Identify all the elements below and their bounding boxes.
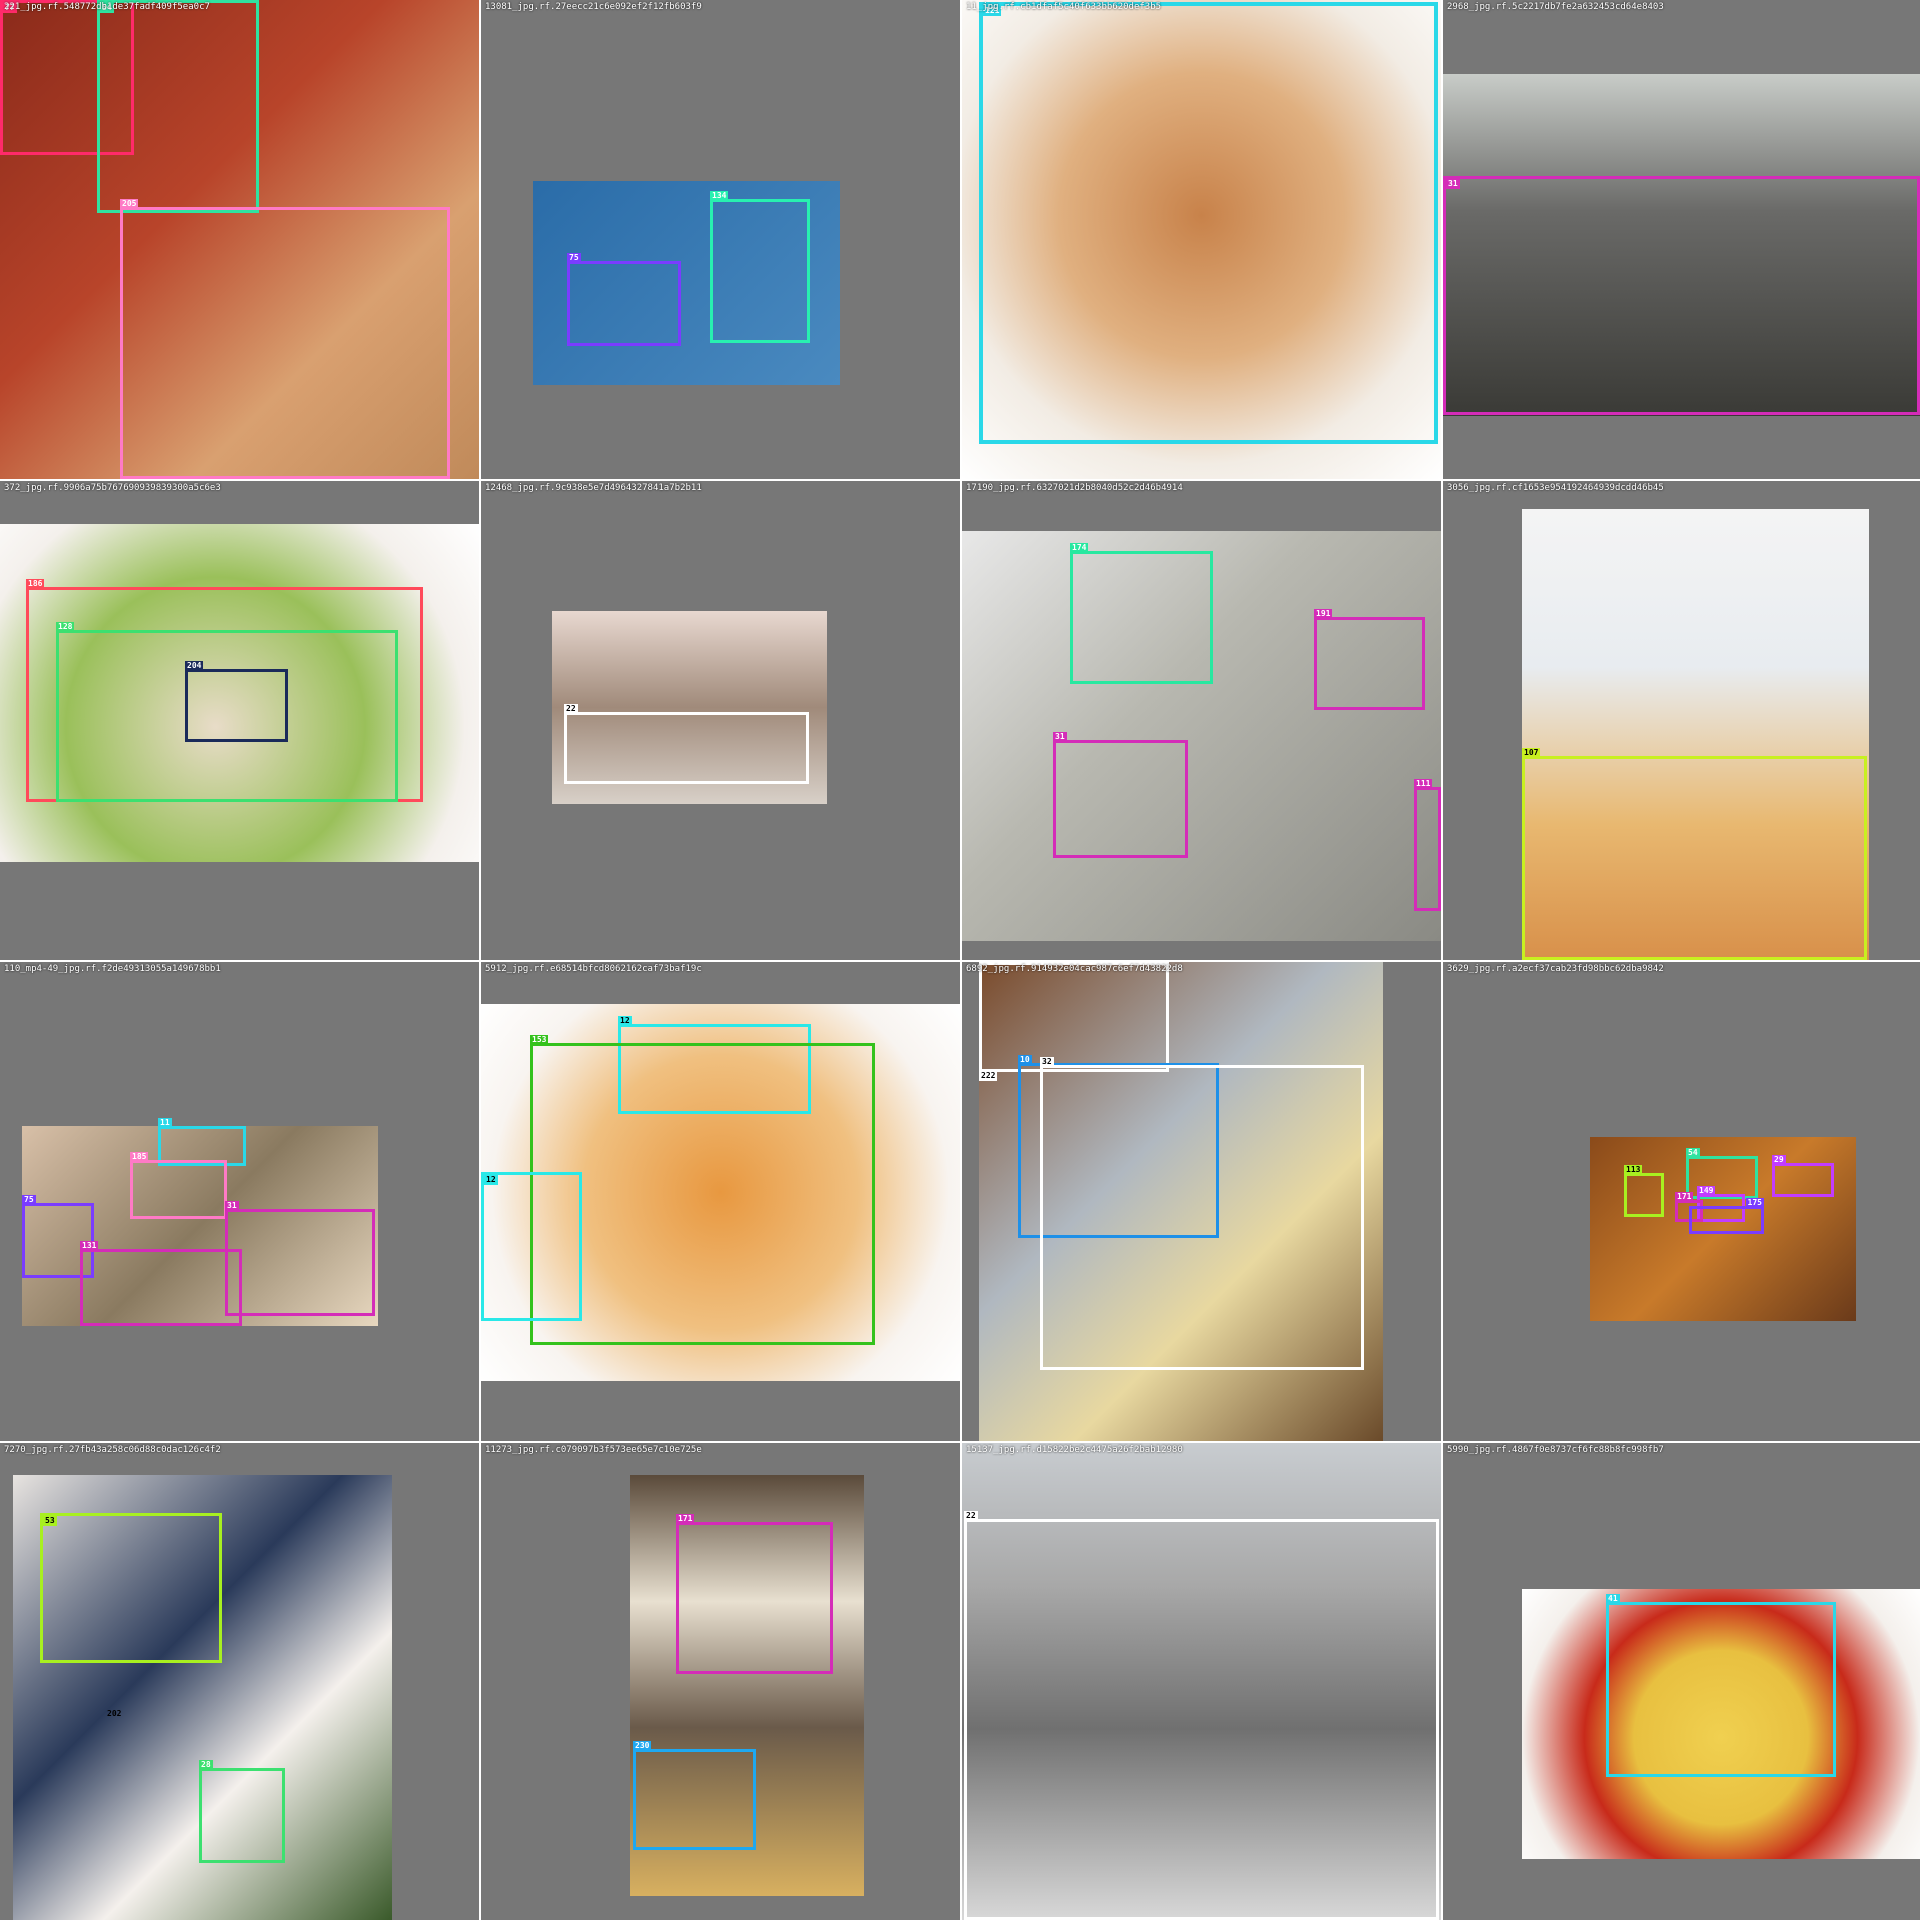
tile-7: 17190_jpg.rf.6327021d2b8040d52c2d46b4914…	[962, 481, 1441, 960]
tile-15: 15137_jpg.rf.d15822be2c4475a26f2bab12980…	[962, 1443, 1441, 1920]
tile-5: 372_jpg.rf.9906a75b767690939839300a5c6e3…	[0, 481, 479, 960]
bounding-box: 185	[130, 1152, 227, 1219]
box-label: 75	[567, 253, 581, 263]
box-label: 128	[56, 622, 75, 632]
box-label: 230	[633, 1741, 652, 1751]
bounding-box: 121	[979, 2, 1438, 444]
bounding-box: 12	[481, 1172, 582, 1321]
tile-6: 12468_jpg.rf.9c938e5e7d4964327841a7b2b11…	[481, 481, 960, 960]
box-label: 175	[1745, 1198, 1764, 1208]
bounding-box: 31	[225, 1201, 375, 1316]
bounding-box: 222	[979, 962, 1169, 1081]
box-label: 171	[676, 1514, 695, 1524]
tile-filename: 2968_jpg.rf.5c2217db7fe2a632453cd64e8403	[1447, 2, 1664, 12]
box-label: 22	[564, 704, 578, 714]
box-label: 22	[964, 1511, 978, 1521]
bounding-box: 22	[964, 1511, 1439, 1920]
tile-8: 3056_jpg.rf.cf1653e954192464939dcdd46b45…	[1443, 481, 1920, 960]
box-label: 191	[1314, 609, 1333, 619]
tile-filename: 3629_jpg.rf.a2ecf37cab23fd98bbc62dba9842	[1447, 964, 1664, 974]
tile-filename: 13081_jpg.rf.27eecc21c6e092ef2f12fb603f9	[485, 2, 702, 12]
tile-9: 110_mp4-49_jpg.rf.f2de49313055a149678bb1…	[0, 962, 479, 1441]
bounding-box: 54	[97, 0, 259, 213]
tile-filename: 3056_jpg.rf.cf1653e954192464939dcdd46b45	[1447, 483, 1664, 493]
box-label: 10	[1018, 1055, 1032, 1065]
tile-filename: 6892_jpg.rf.914932e04cac987c6ef7d43822d8	[966, 964, 1183, 974]
tile-filename: 11273_jpg.rf.c079097b3f573ee65e7c10e725e	[485, 1445, 702, 1455]
bounding-box: 230	[633, 1741, 756, 1850]
tile-16: 5990_jpg.rf.4867f0e8737cf6fc88b8fc998fb7…	[1443, 1443, 1920, 1920]
tile-filename: 372_jpg.rf.9906a75b767690939839300a5c6e3	[4, 483, 221, 493]
box-label: 31	[225, 1201, 239, 1211]
bounding-box: 111	[1414, 779, 1441, 911]
bounding-box: 29	[1772, 1155, 1834, 1197]
box-label: 149	[1697, 1186, 1716, 1196]
box-label: 32	[1040, 1057, 1054, 1067]
tile-1: 221_jpg.rf.548772db1de37fadf409f5ea0c7 7…	[0, 0, 479, 479]
box-label: 204	[185, 661, 204, 671]
tile-filename: 17190_jpg.rf.6327021d2b8040d52c2d46b4914	[966, 483, 1183, 493]
tile-filename: 12468_jpg.rf.9c938e5e7d4964327841a7b2b11	[485, 483, 702, 493]
box-label: 185	[130, 1152, 149, 1162]
bounding-box: 22	[564, 704, 809, 784]
box-label: 28	[199, 1760, 213, 1770]
bounding-box: 53	[40, 1513, 222, 1663]
box-label: 153	[530, 1035, 549, 1045]
tile-filename: 7270_jpg.rf.27fb43a258c06d88c0dac126c4f2	[4, 1445, 221, 1455]
bounding-box: 28	[199, 1760, 285, 1863]
bounding-box: 75	[567, 253, 681, 346]
tile-2: 13081_jpg.rf.27eecc21c6e092ef2f12fb603f9…	[481, 0, 960, 479]
box-label: 134	[710, 191, 729, 201]
mosaic-grid: 221_jpg.rf.548772db1de37fadf409f5ea0c7 7…	[0, 0, 1920, 1920]
box-label: 12	[484, 1175, 498, 1185]
bounding-box: 131	[80, 1241, 242, 1326]
tile-filename: 15137_jpg.rf.d15822be2c4475a26f2bab12980	[966, 1445, 1183, 1455]
bounding-box: 171	[676, 1514, 833, 1674]
box-label: 53	[43, 1516, 57, 1526]
bounding-box: 174	[1070, 543, 1213, 684]
tile-filename: 110_mp4-49_jpg.rf.f2de49313055a149678bb1	[4, 964, 221, 974]
bounding-box: 31	[1053, 732, 1188, 858]
bounding-box: 41	[1606, 1594, 1836, 1777]
box-label: 107	[1522, 748, 1541, 758]
bounding-box: 31	[1443, 176, 1920, 415]
box-label: 31	[1446, 179, 1460, 189]
tile-11: 6892_jpg.rf.914932e04cac987c6ef7d43822d8…	[962, 962, 1441, 1441]
tile-filename: 5912_jpg.rf.e68514bfcd8062162caf73baf19c	[485, 964, 702, 974]
box-label: 54	[1686, 1148, 1700, 1158]
box-label: 29	[1772, 1155, 1786, 1165]
box-label: 202	[107, 1709, 122, 1718]
tile-3: 11_jpg.rf.cb1dfaf5c40f633bb620def3b5 121	[962, 0, 1441, 479]
tile-filename: 221_jpg.rf.548772db1de37fadf409f5ea0c7	[4, 2, 210, 12]
bounding-box: 191	[1314, 609, 1425, 710]
bounding-box: 134	[710, 191, 810, 343]
tile-10: 5912_jpg.rf.e68514bfcd8062162caf73baf19c…	[481, 962, 960, 1441]
box-label: 131	[80, 1241, 99, 1251]
bounding-box: 175	[1689, 1198, 1764, 1234]
box-label: 222	[979, 1071, 998, 1081]
box-label: 186	[26, 579, 45, 589]
box-label: 113	[1624, 1165, 1643, 1175]
bounding-box: 32	[1040, 1057, 1364, 1370]
box-label: 31	[1053, 732, 1067, 742]
tile-12: 3629_jpg.rf.a2ecf37cab23fd98bbc62dba9842…	[1443, 962, 1920, 1441]
tile-4: 2968_jpg.rf.5c2217db7fe2a632453cd64e8403…	[1443, 0, 1920, 479]
bounding-box: 107	[1522, 748, 1867, 960]
box-label: 75	[22, 1195, 36, 1205]
bounding-box: 113	[1624, 1165, 1664, 1217]
box-label: 174	[1070, 543, 1089, 553]
tile-filename: 11_jpg.rf.cb1dfaf5c40f633bb620def3b5	[966, 2, 1162, 12]
box-label: 171	[1675, 1192, 1694, 1202]
box-label: 11	[158, 1118, 172, 1128]
tile-13: 7270_jpg.rf.27fb43a258c06d88c0dac126c4f2…	[0, 1443, 479, 1920]
tile-14: 11273_jpg.rf.c079097b3f573ee65e7c10e725e…	[481, 1443, 960, 1920]
bounding-box: 205	[120, 199, 450, 479]
box-label: 111	[1414, 779, 1433, 789]
box-label: 12	[618, 1016, 632, 1026]
box-label: 41	[1606, 1594, 1620, 1604]
bounding-box: 204	[185, 661, 288, 742]
box-label: 205	[120, 199, 139, 209]
tile-filename: 5990_jpg.rf.4867f0e8737cf6fc88b8fc998fb7	[1447, 1445, 1664, 1455]
